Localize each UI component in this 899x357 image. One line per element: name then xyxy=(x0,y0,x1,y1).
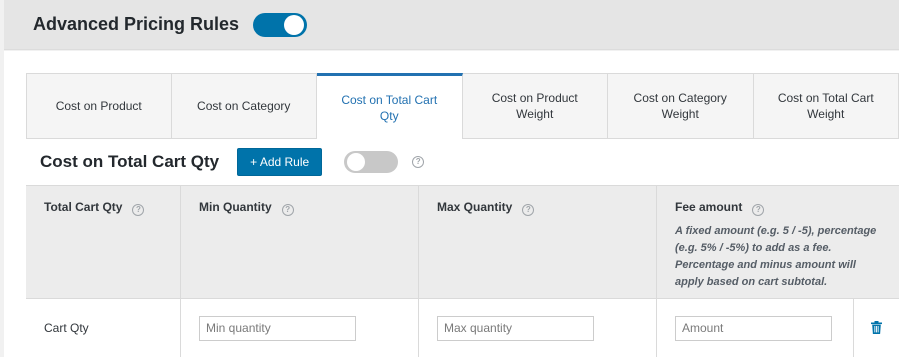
tab-cost-on-category-weight[interactable]: Cost on Category Weight xyxy=(608,73,754,139)
tab-cost-on-product[interactable]: Cost on Product xyxy=(26,73,172,139)
table-header-row: Total Cart Qty? Min Quantity? Max Quanti… xyxy=(26,186,899,299)
toggle-knob xyxy=(284,14,305,35)
question-circle-icon[interactable]: ? xyxy=(281,204,294,216)
section-enable-toggle[interactable] xyxy=(344,151,399,173)
page-title: Advanced Pricing Rules xyxy=(33,14,240,34)
column-header-fee-amount: Fee amount? A fixed amount (e.g. 5 / -5)… xyxy=(657,186,899,298)
fee-amount-description: A fixed amount (e.g. 5 / -5), percentage… xyxy=(675,225,877,288)
section-header: Cost on Total Cart Qty + Add Rule ? xyxy=(26,139,899,185)
header-bar: Advanced Pricing Rules xyxy=(4,0,899,50)
max-quantity-cell xyxy=(419,299,657,357)
cell-divider xyxy=(853,299,854,357)
min-quantity-input[interactable] xyxy=(199,315,356,341)
tab-cost-on-category[interactable]: Cost on Category xyxy=(171,73,317,139)
page: Advanced Pricing Rules Cost on Product C… xyxy=(0,0,899,357)
question-circle-icon[interactable]: ? xyxy=(522,204,535,216)
column-header-label: Min Quantity xyxy=(199,200,272,214)
tab-cost-on-total-cart-qty[interactable]: Cost on Total Cart Qty xyxy=(317,73,463,139)
tab-cost-on-total-cart-weight[interactable]: Cost on Total Cart Weight xyxy=(753,73,899,139)
trash-icon[interactable] xyxy=(871,321,882,334)
column-header-label: Total Cart Qty xyxy=(44,200,123,214)
column-header-min-quantity: Min Quantity? xyxy=(181,186,419,298)
column-header-label: Max Quantity xyxy=(437,200,513,214)
question-circle-icon[interactable]: ? xyxy=(132,204,145,216)
rules-table: Total Cart Qty? Min Quantity? Max Quanti… xyxy=(26,185,899,357)
add-rule-button[interactable]: + Add Rule xyxy=(237,148,323,176)
min-quantity-cell xyxy=(181,299,419,357)
max-quantity-input[interactable] xyxy=(437,315,594,341)
tab-bar: Cost on Product Cost on Category Cost on… xyxy=(26,73,899,139)
column-header-total-cart-qty: Total Cart Qty? xyxy=(26,186,181,298)
row-label: Cart Qty xyxy=(26,299,181,357)
table-row: Cart Qty xyxy=(26,299,899,357)
rules-panel: Cost on Product Cost on Category Cost on… xyxy=(4,51,899,357)
fee-amount-cell xyxy=(657,299,899,357)
tab-cost-on-product-weight[interactable]: Cost on Product Weight xyxy=(462,73,608,139)
question-circle-icon[interactable]: ? xyxy=(412,156,425,168)
column-header-max-quantity: Max Quantity? xyxy=(419,186,657,298)
toggle-knob xyxy=(347,153,366,171)
question-circle-icon[interactable]: ? xyxy=(752,204,765,216)
section-title: Cost on Total Cart Qty xyxy=(40,152,220,171)
fee-amount-input[interactable] xyxy=(675,315,832,341)
column-header-label: Fee amount xyxy=(675,200,743,214)
advanced-pricing-toggle[interactable] xyxy=(253,12,308,37)
